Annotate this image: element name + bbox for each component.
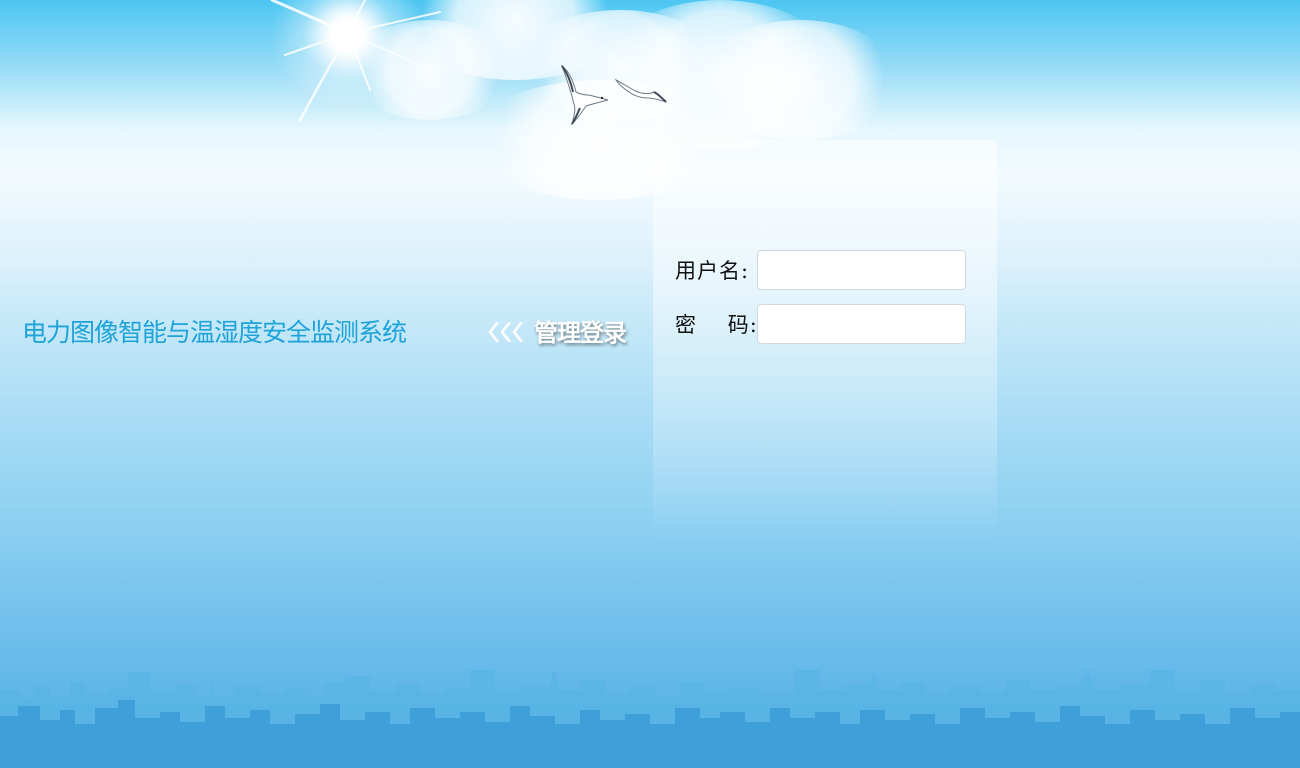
password-input[interactable] (757, 304, 966, 344)
seagull-icon (614, 78, 667, 103)
seagull-icon (560, 64, 609, 126)
password-label: 密 码: (675, 313, 758, 337)
city-skyline (0, 668, 1300, 768)
username-row: 用户名: (675, 250, 966, 290)
system-title: 电力图像智能与温湿度安全监测系统 (22, 318, 407, 347)
cloud (700, 20, 900, 140)
login-heading: 管理登录 (534, 319, 627, 347)
username-label: 用户名: (675, 259, 750, 283)
username-input[interactable] (757, 250, 966, 290)
double-chevron-left-icon (487, 321, 525, 343)
password-row: 密 码: (675, 304, 966, 344)
login-page: 电力图像智能与温湿度安全监测系统 管理登录 用户名: 密 码: (0, 0, 1300, 768)
